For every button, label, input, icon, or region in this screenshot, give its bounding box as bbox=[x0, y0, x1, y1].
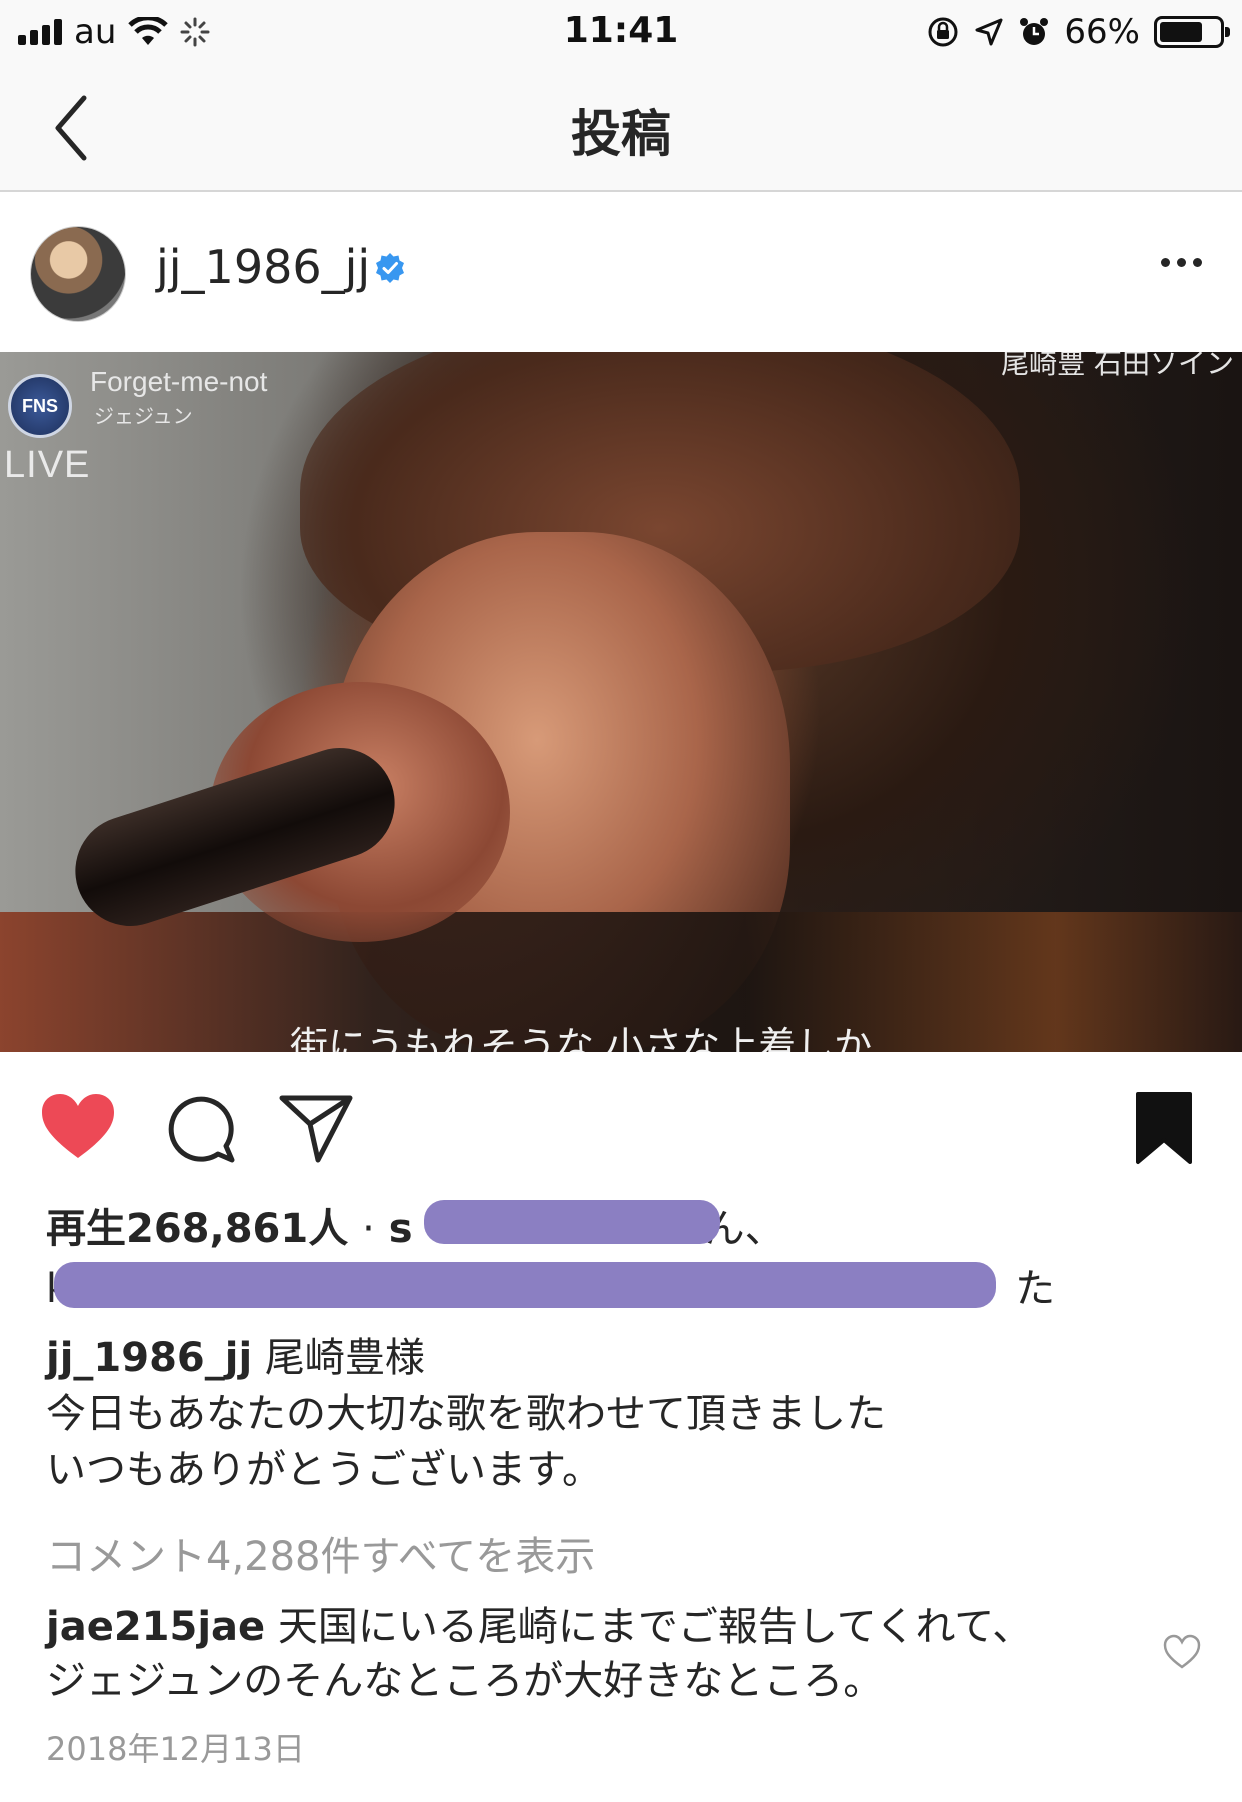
more-options-icon[interactable] bbox=[1161, 258, 1202, 267]
comment-text-1: 天国にいる尾崎にまでご報告してくれて、 bbox=[277, 1604, 1033, 1650]
caption-line-1: jj_1986_jj 尾崎豊様 bbox=[46, 1330, 1146, 1386]
status-bar: au 11:41 66% bbox=[0, 0, 1242, 64]
liker-first-char: s bbox=[388, 1206, 413, 1252]
location-arrow-icon bbox=[975, 18, 1003, 46]
alarm-icon bbox=[1020, 18, 1049, 45]
navigation-bar: 投稿 bbox=[0, 64, 1242, 192]
verified-badge-icon bbox=[376, 253, 404, 283]
top-comment: jae215jae 天国にいる尾崎にまでご報告してくれて、 ジェジュンのそんなと… bbox=[46, 1600, 1126, 1708]
share-icon[interactable] bbox=[276, 1088, 356, 1168]
avatar[interactable] bbox=[30, 226, 126, 322]
tv-song-title: Forget-me-not bbox=[90, 366, 268, 397]
post-header: jj_1986_jj bbox=[0, 192, 1242, 352]
post-video[interactable]: FNS Forget-me-not ジェジュン LIVE 尾崎豊 石田ソイン 街… bbox=[0, 352, 1242, 1052]
post-actions bbox=[0, 1052, 1242, 1192]
orientation-lock-icon bbox=[928, 17, 958, 47]
caption-line-3: いつもありがとうございます。 bbox=[46, 1447, 602, 1493]
likes-line2-end: た bbox=[1015, 1266, 1056, 1312]
post-caption: jj_1986_jj 尾崎豊様 今日もあなたの大切な歌を歌わせて頂きました いつ… bbox=[46, 1330, 1146, 1498]
comment-like-heart-icon[interactable] bbox=[1162, 1632, 1202, 1672]
battery-percent: 66% bbox=[1064, 12, 1140, 52]
tv-subtitle: 街にうもれそうな 小さな上着しか bbox=[290, 1024, 873, 1052]
view-count-prefix: 再生 bbox=[46, 1206, 126, 1252]
caption-line-2: 今日もあなたの大切な歌を歌わせて頂きました bbox=[46, 1391, 886, 1437]
redacted-username bbox=[424, 1200, 720, 1244]
comment-line-2: ジェジュンのそんなところが大好きなところ。 bbox=[46, 1658, 884, 1704]
post-date: 2018年12月13日 bbox=[46, 1730, 305, 1768]
comment-line-1: jae215jae 天国にいる尾崎にまでご報告してくれて、 bbox=[46, 1600, 1126, 1654]
status-right: 66% bbox=[926, 12, 1230, 52]
page-title: 投稿 bbox=[571, 105, 671, 163]
tv-live-label: LIVE bbox=[4, 444, 91, 486]
tv-logo: FNS bbox=[8, 374, 72, 438]
post-username[interactable]: jj_1986_jj bbox=[156, 240, 370, 294]
tv-singer-name: ジェジュン bbox=[94, 404, 193, 428]
bookmark-filled-icon[interactable] bbox=[1124, 1088, 1204, 1168]
redacted-text bbox=[54, 1262, 996, 1308]
caption-text-1: 尾崎豊様 bbox=[264, 1335, 425, 1381]
view-all-comments-link[interactable]: コメント4,288件すべてを表示 bbox=[46, 1524, 595, 1582]
separator-dot: · bbox=[362, 1206, 375, 1252]
heart-filled-icon[interactable] bbox=[38, 1088, 118, 1168]
comment-username[interactable]: jae215jae bbox=[46, 1604, 265, 1650]
view-count-suffix: 人 bbox=[308, 1206, 349, 1252]
battery-icon bbox=[1154, 16, 1230, 48]
comment-icon[interactable] bbox=[160, 1088, 240, 1168]
view-count-number: 268,861 bbox=[126, 1206, 309, 1252]
caption-username[interactable]: jj_1986_jj bbox=[46, 1335, 252, 1381]
tv-top-right-caption: 尾崎豊 石田ソイン bbox=[1001, 352, 1234, 380]
